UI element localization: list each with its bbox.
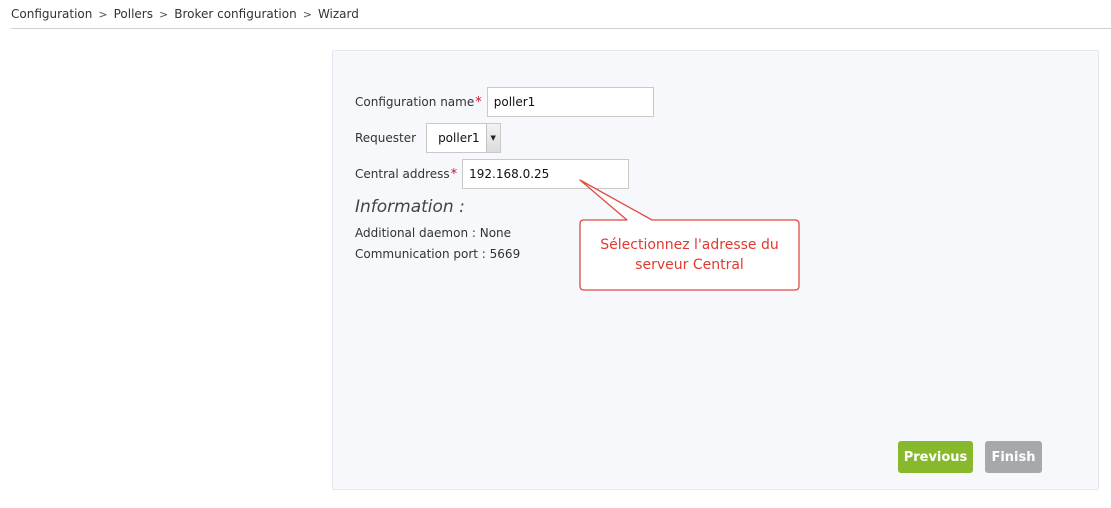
required-mark: * <box>450 166 458 182</box>
central-address-label: Central address <box>355 167 450 181</box>
config-name-label: Configuration name <box>355 95 475 109</box>
information-title: Information : <box>355 197 465 217</box>
breadcrumb-wizard[interactable]: Wizard <box>318 7 359 21</box>
header-divider <box>11 28 1111 29</box>
finish-button[interactable]: Finish <box>985 441 1042 473</box>
required-mark: * <box>475 94 482 110</box>
breadcrumb: Configuration > Pollers > Broker configurati… <box>11 7 359 21</box>
chevron-down-icon[interactable]: ▼ <box>485 124 500 152</box>
additional-daemon-info: Additional daemon : None <box>355 226 512 240</box>
central-address-input[interactable]: 192.168.0.25 <box>462 159 630 189</box>
previous-button[interactable]: Previous <box>898 441 973 473</box>
requester-row: Requester poller1 ▼ <box>355 123 501 153</box>
requester-select[interactable]: poller1 ▼ <box>426 123 501 153</box>
callout-line-1: Sélectionnez l'adresse du <box>600 237 779 253</box>
requester-value: poller1 <box>438 131 480 145</box>
breadcrumb-broker-configuration[interactable]: Broker configuration <box>174 7 297 21</box>
breadcrumb-separator: > <box>159 8 169 21</box>
callout-line-2: serveur Central <box>635 257 744 273</box>
callout-text: Sélectionnez l'adresse du serveur Centra… <box>580 220 799 290</box>
config-name-input[interactable]: poller1 <box>486 87 654 117</box>
breadcrumb-configuration[interactable]: Configuration <box>11 7 92 21</box>
communication-port-info: Communication port : 5669 <box>355 247 521 261</box>
breadcrumb-pollers[interactable]: Pollers <box>114 7 153 21</box>
breadcrumb-separator: > <box>98 8 108 21</box>
requester-label: Requester <box>355 131 417 145</box>
breadcrumb-separator: > <box>302 8 312 21</box>
central-address-row: Central address * 192.168.0.25 <box>355 159 630 189</box>
config-name-row: Configuration name * poller1 <box>355 87 654 117</box>
